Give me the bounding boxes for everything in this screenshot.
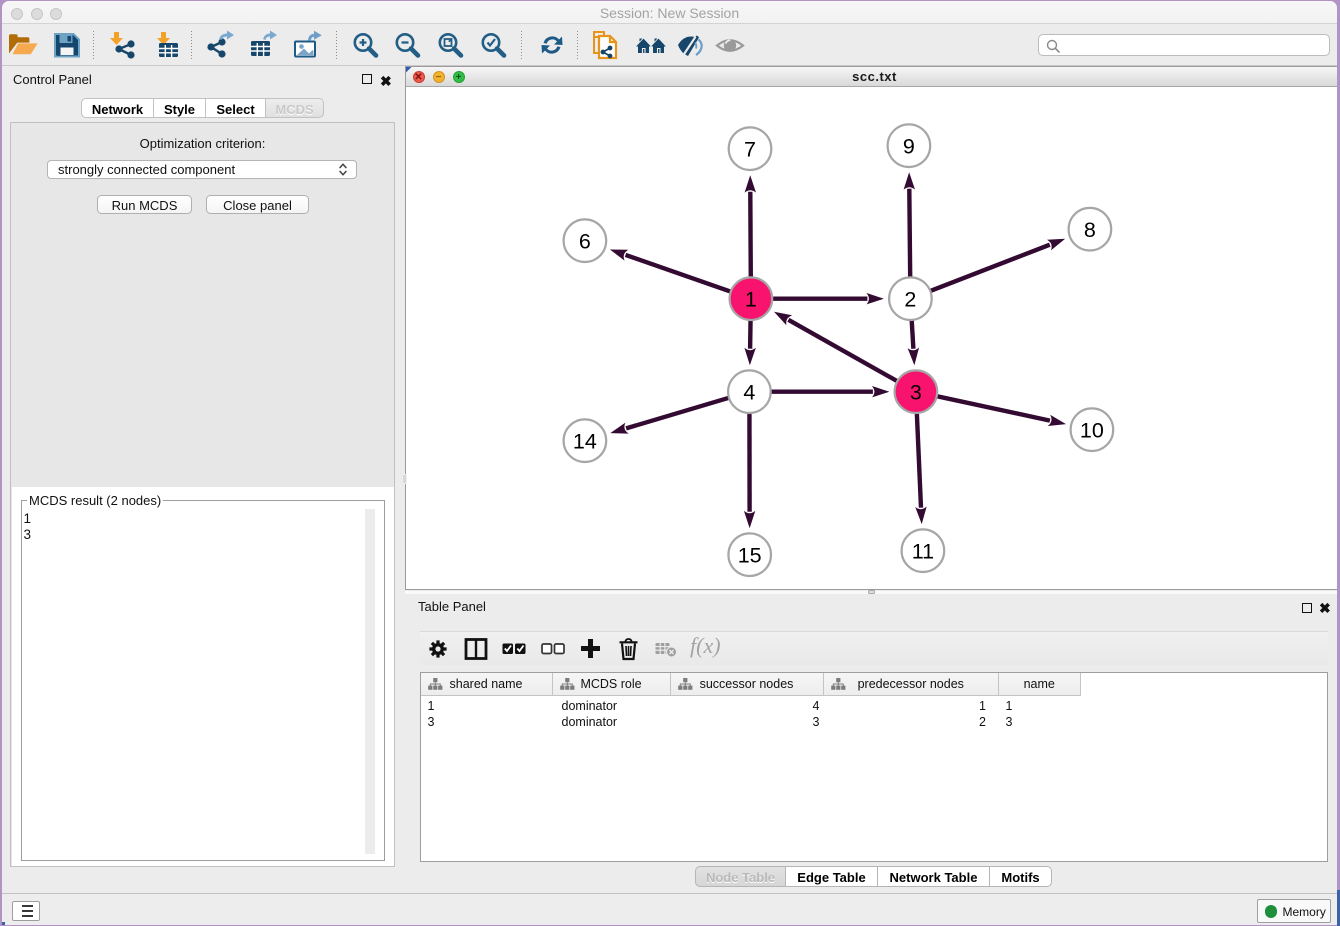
svg-text:6: 6 — [578, 229, 590, 253]
svg-text:14: 14 — [572, 429, 596, 453]
svg-text:10: 10 — [1079, 418, 1103, 442]
svg-text:9: 9 — [902, 134, 914, 158]
svg-text:11: 11 — [911, 539, 933, 563]
svg-text:7: 7 — [744, 137, 756, 161]
svg-text:8: 8 — [1083, 217, 1095, 241]
svg-text:3: 3 — [909, 380, 921, 404]
svg-text:15: 15 — [737, 543, 761, 567]
svg-text:2: 2 — [904, 287, 916, 311]
svg-text:1: 1 — [744, 287, 756, 311]
svg-text:4: 4 — [743, 380, 755, 404]
